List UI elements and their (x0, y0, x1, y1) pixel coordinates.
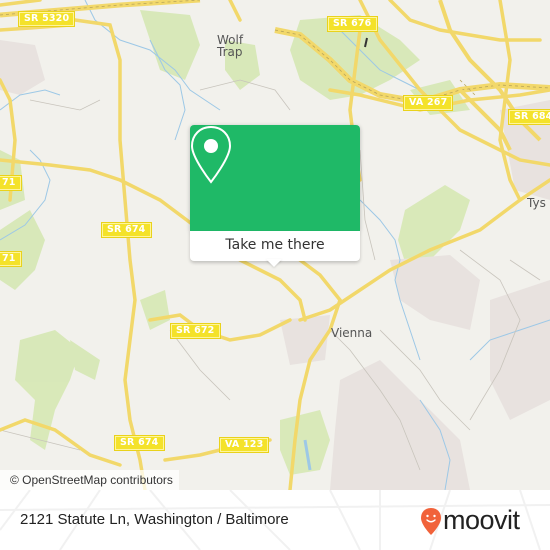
moovit-logo-text: moovit (443, 505, 520, 535)
place-label-vienna: Vienna (331, 326, 373, 340)
road-shield-sr-672: SR 672 (170, 323, 221, 339)
moovit-pin-smile-icon (421, 508, 441, 535)
location-popup: Take me there (190, 125, 360, 267)
road-shield-sr-676: SR 676 (327, 16, 378, 32)
popup-header (190, 125, 360, 231)
place-label-wolf-trap: Wolf Trap (217, 34, 243, 58)
popup-pointer (266, 259, 282, 267)
road-shield-sr-5320: SR 5320 (18, 11, 76, 27)
map-attribution[interactable]: © OpenStreetMap contributors (0, 470, 179, 490)
take-me-there-button[interactable]: Take me there (190, 231, 360, 261)
road-shield-va-267: VA 267 (403, 95, 454, 111)
place-label-wolf-trap-line2: Trap (217, 45, 243, 59)
road-shield-sr-684: SR 684 (508, 109, 550, 125)
road-shield-sr-671-top: 71 (0, 175, 22, 191)
address-label: 2121 Statute Ln, Washington / Baltimore (20, 511, 289, 528)
map-pin-icon (190, 125, 232, 184)
map-view[interactable]: SR 5320 SR 676 VA 267 SR 684 71 71 SR 67… (0, 0, 550, 490)
road-shield-va-123: VA 123 (219, 437, 270, 453)
footer: 2121 Statute Ln, Washington / Baltimore … (0, 490, 550, 550)
road-shield-sr-674-south: SR 674 (114, 435, 165, 451)
road-shield-sr-674-north: SR 674 (101, 222, 152, 238)
place-label-tysons: Tys (527, 196, 546, 210)
road-shield-sr-671-bottom: 71 (0, 251, 22, 267)
